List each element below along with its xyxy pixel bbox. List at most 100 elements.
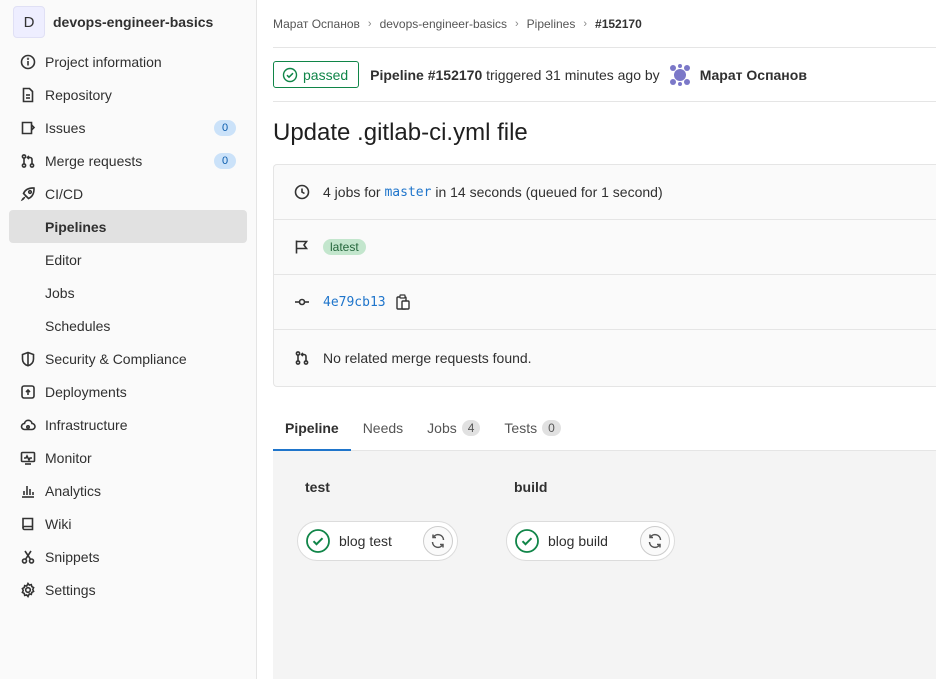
sidebar-item-deployments[interactable]: Deployments [0,375,256,408]
stage-name: test [305,479,330,495]
sidebar-item-label: Schedules [45,317,111,334]
tab-jobs[interactable]: Jobs 4 [415,405,492,450]
sidebar-item-label: Editor [45,251,82,268]
main-content: Марат Оспанов › devops-engineer-basics ›… [273,0,936,679]
breadcrumb: Марат Оспанов › devops-engineer-basics ›… [273,0,936,48]
check-circle-icon [515,529,539,553]
sidebar-item-wiki[interactable]: Wiki [0,507,256,540]
triggered-text: triggered 31 minutes ago by [486,66,660,83]
sidebar-item-merge-requests[interactable]: Merge requests 0 [0,144,256,177]
sidebar-item-snippets[interactable]: Snippets [0,540,256,573]
sidebar-item-label: Jobs [45,284,75,301]
retry-button[interactable] [423,526,453,556]
issues-icon [20,120,36,136]
breadcrumb-project[interactable]: devops-engineer-basics [380,17,507,31]
issues-count-badge: 0 [214,119,236,136]
sidebar-item-label: Monitor [45,449,92,466]
info-icon [20,54,36,70]
job-name: blog test [339,533,392,549]
merge-request-icon [294,350,310,366]
sidebar-item-label: Issues [45,119,86,136]
scissors-icon [20,549,36,565]
cloud-icon [20,417,36,433]
commit-info-row: 4e79cb13 [274,275,936,330]
sidebar-item-label: Merge requests [45,152,143,169]
sidebar-item-label: Analytics [45,482,102,499]
pipeline-graph: test blog test build blog build [273,451,936,679]
sidebar-item-label: Deployments [45,383,127,400]
merge-request-icon [20,153,36,169]
chevron-right-icon: › [367,17,372,30]
sidebar-item-infrastructure[interactable]: Infrastructure [0,408,256,441]
tab-label: Tests [504,419,538,436]
check-circle-icon [282,67,298,82]
copy-icon[interactable] [395,294,410,310]
stage-name: build [514,479,548,495]
sidebar-item-label: Repository [45,86,112,103]
retry-icon [648,533,662,549]
chart-icon [20,483,36,499]
no-merge-requests-text: No related merge requests found. [323,350,532,366]
sidebar-item-analytics[interactable]: Analytics [0,474,256,507]
project-header[interactable]: D devops-engineer-basics [0,0,256,44]
status-badge[interactable]: passed [273,61,360,88]
tab-needs[interactable]: Needs [351,405,415,450]
jobs-info-row: 4 jobs for master in 14 seconds (queued … [274,165,936,220]
tab-tests[interactable]: Tests 0 [492,405,572,450]
job-pill[interactable]: blog build [506,521,675,561]
sidebar-item-label: Infrastructure [45,416,128,433]
commit-sha-link[interactable]: 4e79cb13 [323,295,386,310]
sidebar-item-label: Security & Compliance [45,350,187,367]
merge-requests-count-badge: 0 [214,152,236,169]
sidebar-item-repository[interactable]: Repository [0,78,256,111]
sidebar-item-pipelines[interactable]: Pipelines [9,210,247,243]
latest-badge: latest [323,239,366,255]
tab-count-badge: 0 [542,419,561,436]
sidebar: D devops-engineer-basics Project informa… [0,0,257,679]
sidebar-item-monitor[interactable]: Monitor [0,441,256,474]
job-name: blog build [548,533,608,549]
project-name[interactable]: devops-engineer-basics [53,14,213,30]
commit-icon [294,294,310,310]
sidebar-item-label: Project information [45,53,162,70]
chevron-right-icon: › [514,17,519,30]
sidebar-item-security-compliance[interactable]: Security & Compliance [0,342,256,375]
tags-info-row: latest [274,220,936,275]
pipeline-info-box: 4 jobs for master in 14 seconds (queued … [273,164,936,387]
chevron-right-icon: › [583,17,588,30]
retry-button[interactable] [640,526,670,556]
pipeline-header: passed Pipeline #152170 triggered 31 min… [273,48,936,102]
jobs-suffix: in 14 seconds (queued for 1 second) [435,184,663,200]
job-pill[interactable]: blog test [297,521,458,561]
sidebar-item-settings[interactable]: Settings [0,573,256,606]
status-label: passed [303,66,349,83]
sidebar-item-issues[interactable]: Issues 0 [0,111,256,144]
tab-label: Pipeline [285,419,339,436]
deployments-icon [20,384,36,400]
sidebar-nav: Project information Repository Issues 0 … [0,45,256,606]
flag-icon [294,239,310,255]
pipeline-tabs: Pipeline Needs Jobs 4 Tests 0 [273,405,936,451]
sidebar-item-label: Wiki [45,515,72,532]
sidebar-item-cicd[interactable]: CI/CD [0,177,256,210]
sidebar-item-editor[interactable]: Editor [0,243,256,276]
tab-label: Jobs [427,419,457,436]
breadcrumb-pipelines[interactable]: Pipelines [527,17,576,31]
merge-requests-info-row: No related merge requests found. [274,330,936,386]
breadcrumb-user[interactable]: Марат Оспанов [273,17,360,31]
branch-link[interactable]: master [384,185,431,200]
clock-icon [294,184,310,200]
project-avatar: D [13,6,45,38]
tab-count-badge: 4 [461,419,481,436]
sidebar-item-schedules[interactable]: Schedules [0,309,256,342]
shield-icon [20,351,36,367]
book-icon [20,516,36,532]
sidebar-item-jobs[interactable]: Jobs [0,276,256,309]
tab-pipeline[interactable]: Pipeline [273,405,351,451]
user-avatar[interactable] [667,62,692,87]
breadcrumb-current[interactable]: #152170 [595,17,642,31]
jobs-prefix: 4 jobs for [323,184,381,200]
retry-icon [431,533,445,549]
user-name[interactable]: Марат Оспанов [700,67,807,83]
sidebar-item-project-information[interactable]: Project information [0,45,256,78]
